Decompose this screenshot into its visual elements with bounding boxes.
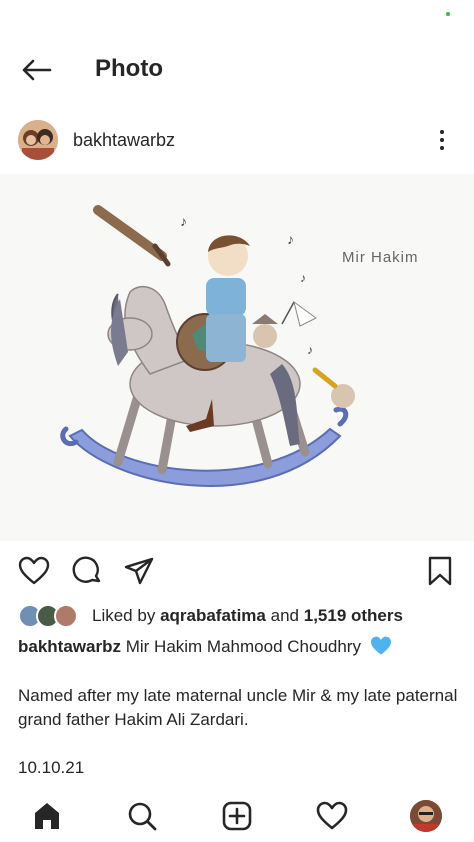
- search-icon: [128, 802, 157, 831]
- likes-summary[interactable]: Liked by aqrabafatima and 1,519 others: [18, 602, 403, 630]
- nav-search[interactable]: [122, 796, 162, 836]
- post-header: bakhtawarbz: [0, 116, 474, 164]
- likes-text: Liked by aqrabafatima and 1,519 others: [92, 606, 403, 626]
- likes-joiner: and: [270, 606, 299, 625]
- comment-icon: [72, 556, 101, 583]
- home-icon: [35, 803, 59, 829]
- caption-username[interactable]: bakhtawarbz: [18, 637, 121, 656]
- svg-text:♪: ♪: [287, 231, 294, 247]
- svg-text:♪: ♪: [300, 271, 306, 285]
- activity-heart-icon: [316, 801, 348, 830]
- svg-text:♪: ♪: [180, 213, 187, 229]
- status-indicator-dot: [446, 12, 450, 16]
- post-actions: [0, 552, 474, 588]
- more-dot-icon: [440, 138, 444, 142]
- top-header: Photo: [0, 40, 474, 100]
- status-bar: [0, 0, 474, 34]
- page-title: Photo: [95, 55, 163, 82]
- nav-profile[interactable]: [406, 796, 446, 836]
- caption-body: Named after my late maternal uncle Mir &…: [18, 686, 458, 729]
- likes-prefix: Liked by: [92, 606, 156, 625]
- send-icon: [124, 557, 154, 585]
- back-button[interactable]: [16, 54, 56, 86]
- post-image[interactable]: ♪ ♪ ♪ ♪ Mir Hakim: [0, 174, 474, 541]
- profile-avatar: [410, 800, 442, 832]
- likes-others[interactable]: 1,519 others: [304, 606, 403, 625]
- rocking-horse-illustration: ♪ ♪ ♪ ♪: [60, 205, 355, 487]
- more-options-button[interactable]: [430, 124, 454, 156]
- bottom-navigation: [0, 790, 474, 842]
- arrow-left-icon: [22, 59, 52, 81]
- liker-username[interactable]: aqrabafatima: [160, 606, 266, 625]
- share-button[interactable]: [122, 554, 156, 588]
- avatar-image: [18, 120, 58, 160]
- liker-avatars: [18, 604, 88, 628]
- post-username[interactable]: bakhtawarbz: [73, 130, 175, 151]
- like-button[interactable]: [17, 554, 51, 588]
- more-dot-icon: [440, 146, 444, 150]
- nav-activity[interactable]: [312, 796, 352, 836]
- comment-button[interactable]: [70, 554, 104, 588]
- save-button[interactable]: [423, 554, 457, 588]
- image-caption-text: Mir Hakim: [342, 249, 419, 266]
- svg-text:♪: ♪: [307, 343, 313, 357]
- blue-heart-icon: [370, 636, 391, 655]
- nav-home[interactable]: [27, 796, 67, 836]
- user-avatar[interactable]: [18, 120, 58, 160]
- more-dot-icon: [440, 130, 444, 134]
- post-date: 10.10.21: [18, 758, 85, 777]
- caption-title: Mir Hakim Mahmood Choudhry: [125, 637, 361, 656]
- liker-avatar: [54, 604, 78, 628]
- caption-line: bakhtawarbz Mir Hakim Mahmood Choudhry: [18, 636, 458, 658]
- add-post-icon: [222, 801, 252, 831]
- nav-new-post[interactable]: [217, 796, 257, 836]
- bookmark-icon: [428, 556, 452, 586]
- heart-icon: [18, 556, 50, 585]
